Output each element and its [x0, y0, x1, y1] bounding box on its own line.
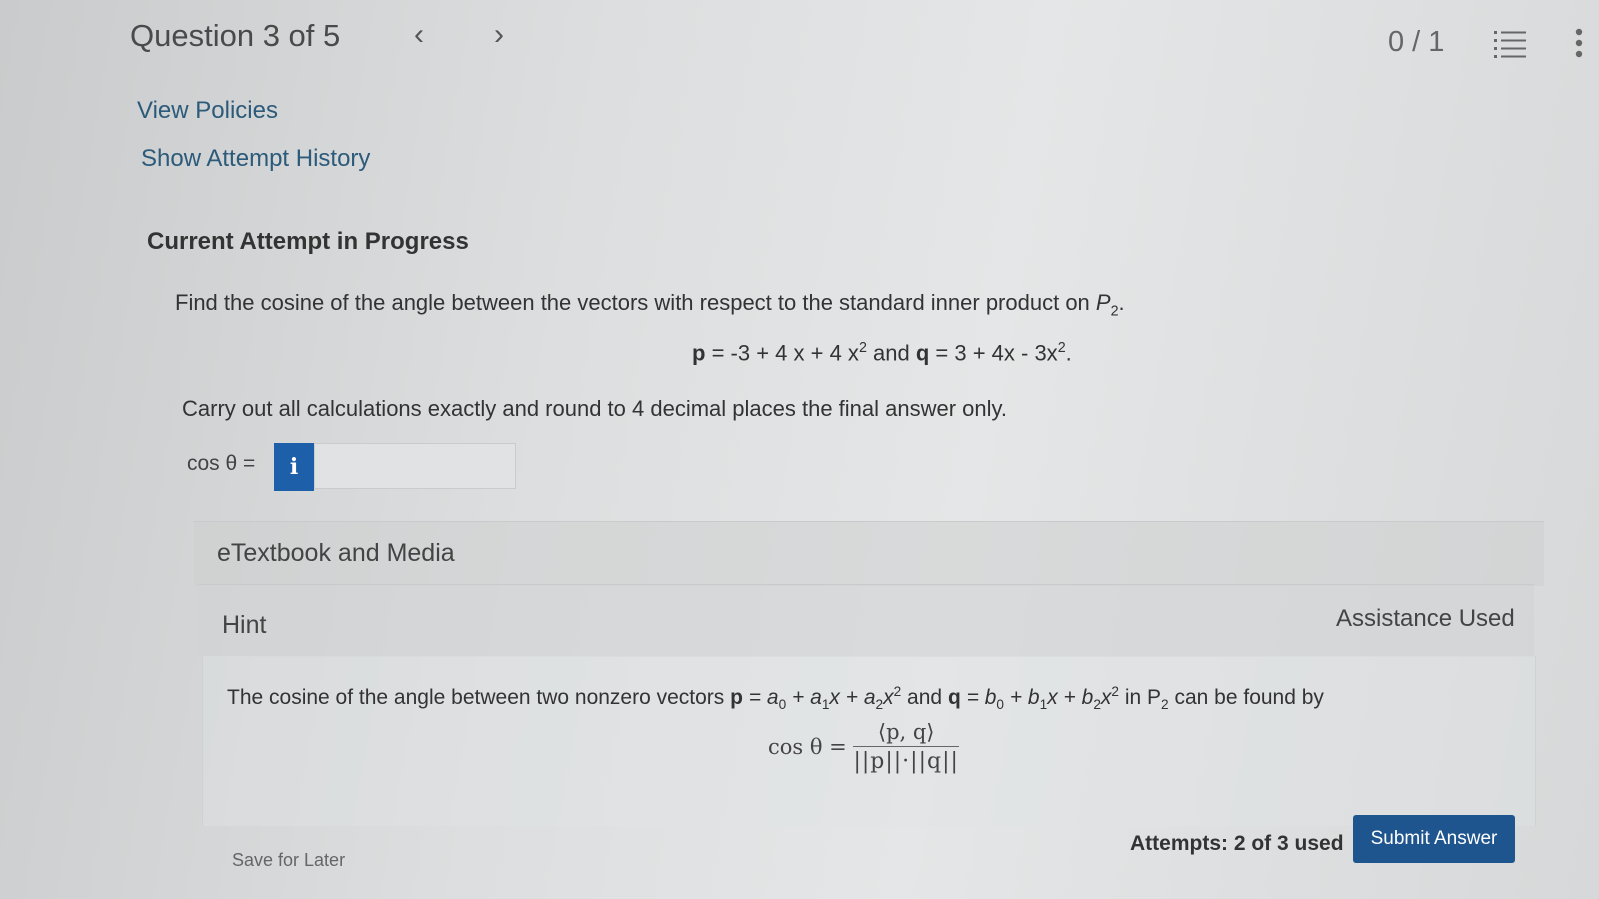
etextbook-label[interactable]: eTextbook and Media — [217, 539, 455, 568]
score-display: 0 / 1 — [1388, 26, 1445, 58]
answer-input[interactable] — [314, 443, 516, 489]
formula-numerator: ⟨p, q⟩ — [853, 720, 959, 747]
question-prompt: Find the cosine of the angle between the… — [175, 290, 1125, 320]
hint-text: The cosine of the angle between two nonz… — [227, 684, 1324, 713]
info-icon[interactable]: i — [274, 443, 314, 491]
save-for-later-button[interactable]: Save for Later — [232, 850, 345, 871]
more-options-icon[interactable] — [1574, 28, 1584, 62]
section-title: Current Attempt in Progress — [147, 228, 469, 255]
cosine-formula: cos θ = ⟨p, q⟩ ||p||·||q|| — [768, 720, 959, 774]
question-equation: p = -3 + 4 x + 4 x2 and q = 3 + 4x - 3x2… — [692, 340, 1072, 366]
attempts-counter: Attempts: 2 of 3 used — [1130, 832, 1344, 855]
instruction-text: Carry out all calculations exactly and r… — [182, 396, 1008, 421]
assistance-used-label: Assistance Used — [1336, 605, 1515, 632]
formula-denominator: ||p||·||q|| — [853, 749, 959, 774]
next-question-button[interactable]: › — [494, 18, 504, 52]
show-attempt-history-link[interactable]: Show Attempt History — [141, 145, 370, 173]
question-title: Question 3 of 5 — [130, 18, 341, 53]
hint-label[interactable]: Hint — [222, 611, 266, 640]
hint-accordion[interactable] — [198, 584, 1534, 657]
submit-answer-button[interactable]: Submit Answer — [1353, 815, 1515, 863]
question-list-icon[interactable] — [1494, 28, 1526, 60]
prev-question-button[interactable]: ‹ — [414, 18, 424, 52]
answer-label: cos θ = — [187, 452, 256, 475]
view-policies-link[interactable]: View Policies — [137, 97, 278, 125]
